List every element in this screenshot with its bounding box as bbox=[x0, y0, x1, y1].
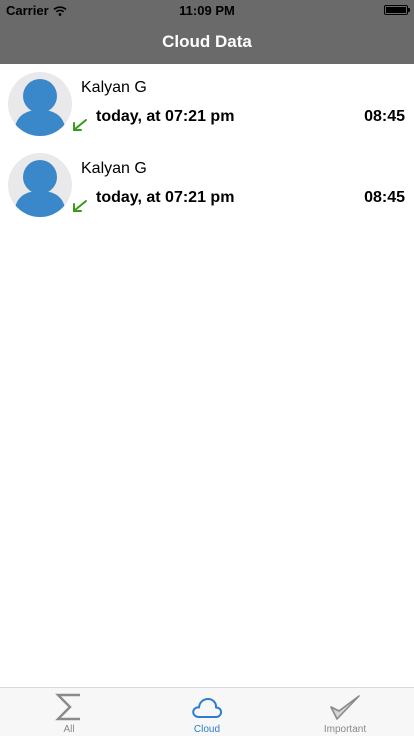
call-list: Kalyan G today, at 07:21 pm 08:45 Kalyan… bbox=[0, 64, 414, 226]
call-duration: 08:45 bbox=[364, 108, 405, 125]
call-time: today, at 07:21 pm bbox=[96, 189, 235, 206]
avatar bbox=[8, 153, 72, 217]
contact-name: Kalyan G bbox=[81, 160, 147, 177]
call-row[interactable]: Kalyan G today, at 07:21 pm 08:45 bbox=[0, 145, 414, 226]
incoming-arrow-icon bbox=[73, 119, 87, 131]
tab-important[interactable]: Important bbox=[276, 688, 414, 736]
battery-icon bbox=[384, 5, 410, 15]
tab-cloud[interactable]: Cloud bbox=[138, 688, 276, 736]
sigma-icon bbox=[55, 693, 80, 721]
contact-name: Kalyan G bbox=[81, 79, 147, 96]
tab-bar: All Cloud Important bbox=[0, 687, 414, 736]
tab-cloud-label: Cloud bbox=[193, 724, 221, 735]
person-icon bbox=[14, 79, 66, 136]
tab-important-label: Important bbox=[323, 724, 367, 735]
incoming-arrow-icon bbox=[73, 200, 87, 212]
avatar bbox=[8, 72, 72, 136]
nav-bar: Cloud Data bbox=[0, 20, 414, 64]
cloud-icon bbox=[192, 698, 223, 718]
call-duration: 08:45 bbox=[364, 189, 405, 206]
status-time: 11:09 PM bbox=[179, 3, 235, 18]
call-row[interactable]: Kalyan G today, at 07:21 pm 08:45 bbox=[0, 64, 414, 145]
page-title: Cloud Data bbox=[162, 32, 252, 51]
person-icon bbox=[14, 160, 66, 217]
call-time: today, at 07:21 pm bbox=[96, 108, 235, 125]
tab-all-label: All bbox=[63, 724, 75, 735]
tab-all[interactable]: All bbox=[0, 688, 138, 736]
status-bar: Carrier 11:09 PM bbox=[0, 0, 414, 20]
check-icon bbox=[330, 695, 360, 720]
